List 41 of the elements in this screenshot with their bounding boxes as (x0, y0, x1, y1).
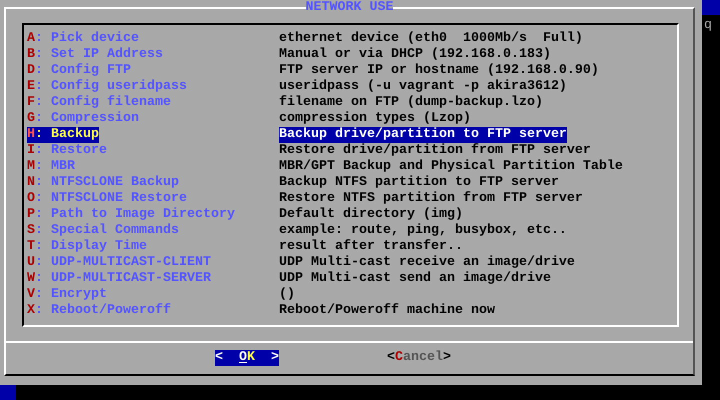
option-description: MBR/GPT Backup and Physical Partition Table (279, 159, 623, 175)
menu-option[interactable]: W: UDP-MULTICAST-SERVER (27, 271, 211, 287)
ok-button[interactable]: < OK > (215, 350, 279, 366)
option-description: filename on FTP (dump-backup.lzo) (279, 95, 543, 111)
menu-option[interactable]: X: Reboot/Poweroff (27, 303, 171, 319)
screen-strip (702, 0, 720, 15)
menu-option[interactable]: G: Compression (27, 111, 139, 127)
menu-option[interactable]: P: Path to Image Directory (27, 207, 235, 223)
option-description: Backup drive/partition to FTP server (279, 127, 567, 143)
option-description: Manual or via DHCP (192.168.0.183) (279, 47, 551, 63)
menu-option[interactable]: S: Special Commands (27, 223, 179, 239)
option-description: () (279, 287, 295, 303)
option-description: Default directory (img) (279, 207, 463, 223)
option-description: FTP server IP or hostname (192.168.0.90) (279, 63, 599, 79)
option-description: Backup NTFS partition to FTP server (279, 175, 559, 191)
option-description: result after transfer.. (279, 239, 463, 255)
background-text: q (703, 18, 713, 34)
menu-option[interactable]: T: Display Time (27, 239, 147, 255)
option-description: Restore drive/partition from FTP server (279, 143, 591, 159)
menu-option[interactable]: I: Restore (27, 143, 107, 159)
screen-strip (0, 385, 16, 400)
menu-option[interactable]: V: Encrypt (27, 287, 107, 303)
option-description: UDP Multi-cast send an image/drive (279, 271, 551, 287)
menu-option[interactable]: O: NTFSCLONE Restore (27, 191, 187, 207)
cancel-button[interactable]: <Cancel> (387, 350, 451, 366)
option-description: Reboot/Poweroff machine now (279, 303, 495, 319)
option-description: Restore NTFS partition from FTP server (279, 191, 583, 207)
menu-option[interactable]: D: Config FTP (27, 63, 131, 79)
option-description: useridpass (-u vagrant -p akira3612) (279, 79, 567, 95)
option-description: compression types (Lzop) (279, 111, 471, 127)
menu-option[interactable]: U: UDP-MULTICAST-CLIENT (27, 255, 211, 271)
option-description: UDP Multi-cast receive an image/drive (279, 255, 575, 271)
option-description: ethernet device (eth0 1000Mb/s Full) (279, 31, 583, 47)
menu-option[interactable]: N: NTFSCLONE Backup (27, 175, 179, 191)
menu-option[interactable]: A: Pick device (27, 31, 139, 47)
option-description: example: route, ping, busybox, etc.. (279, 223, 567, 239)
menu-option[interactable]: B: Set IP Address (27, 47, 163, 63)
menu-option[interactable]: H: Backup (27, 127, 99, 143)
menu-option[interactable]: F: Config filename (27, 95, 171, 111)
menu-option[interactable]: E: Config useridpass (27, 79, 187, 95)
menu-option[interactable]: M: MBR (27, 159, 75, 175)
